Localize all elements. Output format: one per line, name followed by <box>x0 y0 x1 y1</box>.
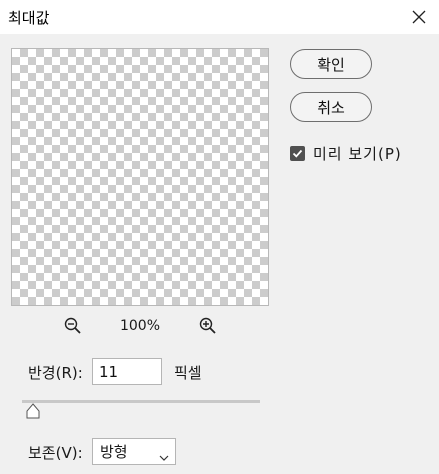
radius-slider-thumb[interactable] <box>26 403 40 423</box>
preserve-selected-value: 방형 <box>100 443 128 461</box>
radius-unit: 픽셀 <box>174 364 202 382</box>
zoom-out-icon[interactable] <box>64 317 82 339</box>
preview-canvas[interactable] <box>11 48 269 306</box>
checkmark-icon[interactable] <box>290 146 305 161</box>
preserve-label: 보존(V): <box>28 444 83 462</box>
preview-checkbox-label: 미리 보기(P) <box>313 145 402 163</box>
preserve-select[interactable]: 방형 <box>92 438 176 465</box>
title-bar: 최대값 <box>0 0 439 34</box>
preview-checkbox[interactable]: 미리 보기(P) <box>290 143 402 164</box>
dialog-title: 최대값 <box>8 9 50 27</box>
zoom-level: 100% <box>119 318 161 334</box>
chevron-down-icon <box>159 448 169 466</box>
cancel-button[interactable]: 취소 <box>290 92 372 122</box>
radius-slider-track[interactable] <box>22 400 260 403</box>
radius-input[interactable] <box>92 358 162 385</box>
ok-button[interactable]: 확인 <box>290 49 372 79</box>
zoom-in-icon[interactable] <box>199 317 217 339</box>
radius-label: 반경(R): <box>28 364 83 382</box>
close-icon[interactable] <box>407 5 431 29</box>
